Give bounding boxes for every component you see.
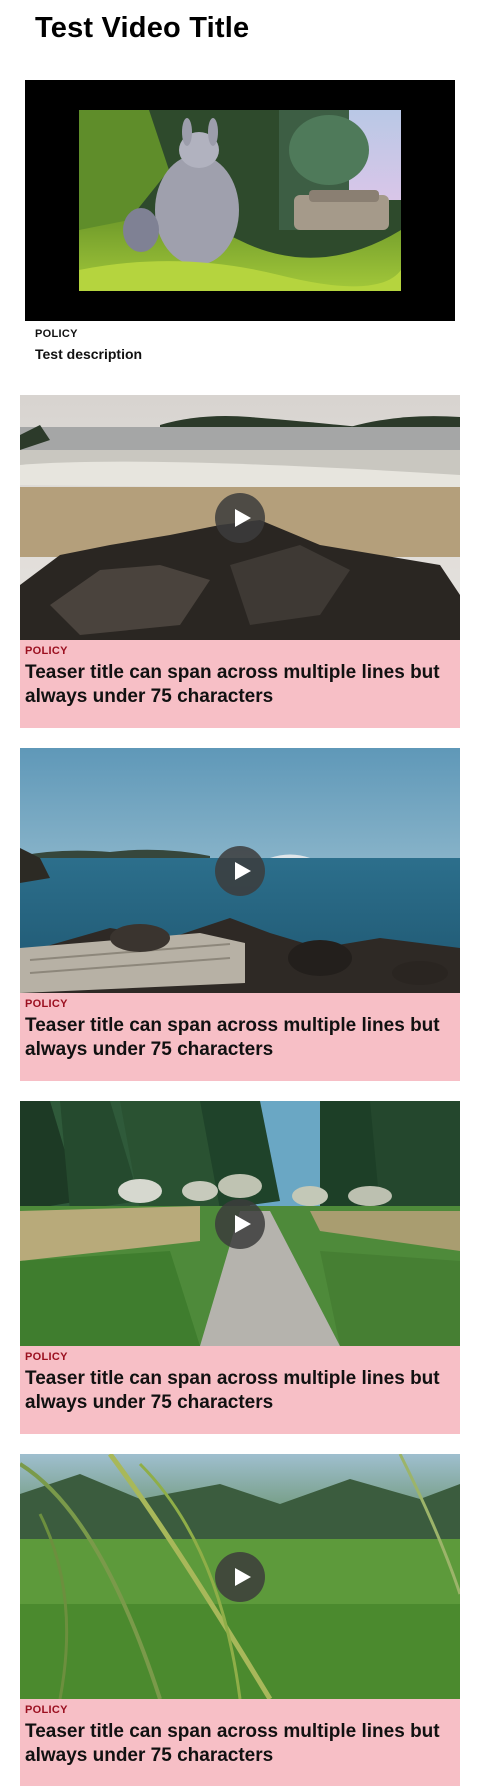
video-thumbnail[interactable] <box>20 395 460 640</box>
card-title[interactable]: Teaser title can span across multiple li… <box>25 661 457 709</box>
play-icon[interactable] <box>215 493 265 543</box>
card-title[interactable]: Teaser title can span across multiple li… <box>25 1367 457 1415</box>
video-card[interactable]: POLICY Teaser title can span across mult… <box>20 395 460 728</box>
video-card[interactable]: POLICY Teaser title can span across mult… <box>20 1101 460 1434</box>
card-category: POLICY <box>25 1351 68 1363</box>
play-icon[interactable] <box>215 1199 265 1249</box>
card-category: POLICY <box>25 645 68 657</box>
video-card[interactable]: POLICY Teaser title can span across mult… <box>20 748 460 1081</box>
featured-category: POLICY <box>35 328 78 340</box>
featured-description: Test description <box>35 346 143 362</box>
video-player[interactable] <box>25 80 455 321</box>
card-title[interactable]: Teaser title can span across multiple li… <box>25 1720 457 1768</box>
card-title[interactable]: Teaser title can span across multiple li… <box>25 1014 457 1062</box>
card-category: POLICY <box>25 998 68 1010</box>
video-thumbnail[interactable] <box>20 1454 460 1699</box>
play-icon[interactable] <box>215 846 265 896</box>
video-frame-image <box>79 110 401 291</box>
card-category: POLICY <box>25 1704 68 1716</box>
video-card[interactable]: POLICY Teaser title can span across mult… <box>20 1454 460 1786</box>
video-frame[interactable] <box>79 110 401 291</box>
video-thumbnail[interactable] <box>20 748 460 993</box>
featured-video-meta: POLICY Test description <box>35 328 142 362</box>
play-icon[interactable] <box>215 1552 265 1602</box>
page-title: Test Video Title <box>35 12 250 44</box>
video-thumbnail[interactable] <box>20 1101 460 1346</box>
